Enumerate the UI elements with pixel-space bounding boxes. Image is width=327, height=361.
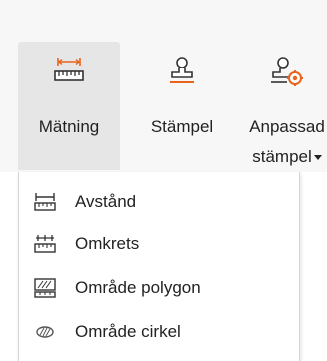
menu-item-omkrets-label: Omkrets	[75, 234, 140, 253]
anpassad-label-line2: stämpel	[232, 146, 327, 168]
circle-area-icon	[36, 326, 54, 338]
menu-item-avstand-label: Avstånd	[75, 192, 137, 211]
menu-item-omrade-polygon-label: Område polygon	[75, 278, 201, 297]
menu-item-avstand[interactable]: Avstånd	[19, 182, 299, 222]
matning-dropdown-menu: Avstånd Omkrets Område polygon Område ci…	[18, 172, 300, 361]
matning-button[interactable]: Mätning	[18, 42, 120, 192]
stampel-label: Stämpel	[150, 117, 214, 136]
stampel-button[interactable]: Stämpel	[140, 42, 224, 192]
stampel-label-line2: stämpel	[252, 147, 312, 166]
perimeter-measure-icon	[34, 235, 56, 253]
stamp-icon	[170, 57, 194, 83]
custom-stamp-icon	[271, 57, 303, 86]
menu-item-omkrets[interactable]: Omkrets	[19, 224, 299, 264]
menu-item-omrade-cirkel-label: Område cirkel	[75, 322, 181, 341]
menu-item-omrade-cirkel[interactable]: Område cirkel	[19, 312, 299, 352]
distance-measure-icon	[34, 193, 56, 211]
anpassad-dropdown-caret-icon	[313, 155, 322, 161]
menu-item-omrade-polygon[interactable]: Område polygon	[19, 268, 299, 308]
matning-label: Mätning	[38, 117, 100, 136]
polygon-area-icon	[34, 278, 56, 298]
anpassad-label: Anpassad	[249, 117, 325, 136]
ruler-measure-icon	[54, 58, 84, 81]
ribbon-toolbar: Mätning Stämpel Anpassad stämpel	[0, 0, 327, 192]
anpassad-stampel-button[interactable]: Anpassad stämpel	[232, 42, 327, 170]
